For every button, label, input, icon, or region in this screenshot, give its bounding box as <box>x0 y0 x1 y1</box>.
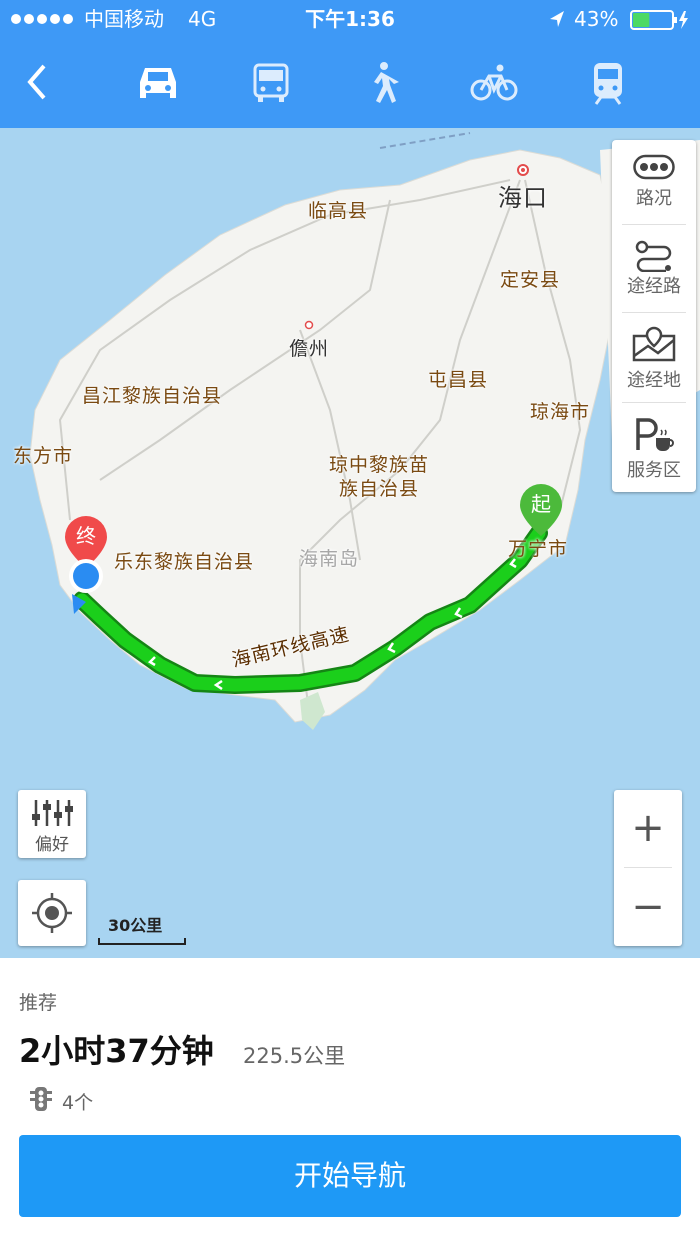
parking-coffee-icon <box>636 418 674 451</box>
route-tag: 推荐 <box>19 992 58 1014</box>
mode-train-button[interactable] <box>583 58 633 108</box>
traffic-button[interactable]: 路况 <box>612 140 696 228</box>
traffic-light-count: 4个 <box>62 1092 94 1114</box>
route-map[interactable]: 海口 临高县 定安县 儋州 屯昌县 昌江黎族自治县 琼海市 东方市 琼中黎族苗 … <box>0 128 700 958</box>
train-icon <box>594 63 622 105</box>
mode-walk-button[interactable] <box>357 58 407 108</box>
city-label-danzhou: 儋州 <box>289 338 330 360</box>
start-marker-label: 起 <box>531 492 551 516</box>
map-scale-bar <box>98 938 186 945</box>
start-marker[interactable]: 起 <box>518 482 564 538</box>
sliders-icon <box>32 800 73 826</box>
panel-divider <box>622 224 686 225</box>
city-label-haikou: 海口 <box>498 184 548 212</box>
service-area-label: 服务区 <box>627 460 681 481</box>
city-label-qionghai: 琼海市 <box>530 401 591 423</box>
car-icon <box>140 68 176 98</box>
locate-button[interactable] <box>18 880 86 946</box>
map-tools-panel: 路况 途经路 途经地 服务区 <box>612 140 696 492</box>
city-label-changjiang: 昌江黎族自治县 <box>82 385 223 407</box>
traffic-light-icon <box>28 1086 54 1116</box>
route-duration: 2小时37分钟 <box>19 1032 214 1070</box>
region-label-hainan-island: 海南岛 <box>299 548 360 570</box>
locate-target-icon <box>32 893 72 933</box>
map-scale-label: 30公里 <box>108 916 163 935</box>
mode-bus-button[interactable] <box>246 58 296 108</box>
current-location-marker <box>66 558 106 614</box>
waypoint-place-label: 途经地 <box>627 370 681 391</box>
zoom-out-button[interactable]: − <box>614 868 682 946</box>
walk-icon <box>374 62 399 103</box>
battery-icon <box>630 9 692 35</box>
city-label-lingao: 临高县 <box>308 200 369 222</box>
city-label-qiongzhong-1: 琼中黎族苗 <box>329 454 430 476</box>
panel-divider <box>622 402 686 403</box>
zoom-in-button[interactable]: + <box>614 790 682 867</box>
city-label-tunchang: 屯昌县 <box>428 369 489 391</box>
back-button[interactable] <box>20 62 54 102</box>
chevron-left-icon <box>27 64 46 100</box>
waypoint-place-button[interactable]: 途经地 <box>612 316 696 404</box>
mode-car-button[interactable] <box>133 58 183 108</box>
preference-label: 偏好 <box>35 835 69 855</box>
zoom-control: + − <box>614 790 682 946</box>
mode-bike-button[interactable] <box>469 58 519 108</box>
start-navigation-button[interactable]: 开始导航 <box>19 1135 681 1217</box>
preference-button[interactable]: 偏好 <box>18 790 86 858</box>
route-waypoint-icon <box>635 240 672 272</box>
location-arrow-icon <box>548 0 566 38</box>
waypoint-route-label: 途经路 <box>627 276 681 297</box>
city-label-qiongzhong-2: 族自治县 <box>339 478 420 500</box>
header-bar: 中国移动 4G 下午1:36 43% <box>0 0 700 128</box>
waypoint-route-button[interactable]: 途经路 <box>612 228 696 316</box>
city-label-dongfang: 东方市 <box>13 445 74 467</box>
city-label-ledong: 乐东黎族自治县 <box>114 551 255 573</box>
traffic-icon <box>633 154 675 180</box>
city-label-dingan: 定安县 <box>500 269 561 291</box>
bike-icon <box>470 64 518 101</box>
battery-percent: 43% <box>574 7 619 31</box>
panel-divider <box>622 312 686 313</box>
bus-icon <box>253 63 289 102</box>
map-pin-icon <box>632 326 676 362</box>
service-area-button[interactable]: 服务区 <box>612 406 696 494</box>
route-distance: 225.5公里 <box>243 1044 346 1068</box>
end-marker-label: 终 <box>76 524 96 548</box>
traffic-label: 路况 <box>636 188 672 209</box>
city-label-wanning: 万宁市 <box>508 538 569 560</box>
